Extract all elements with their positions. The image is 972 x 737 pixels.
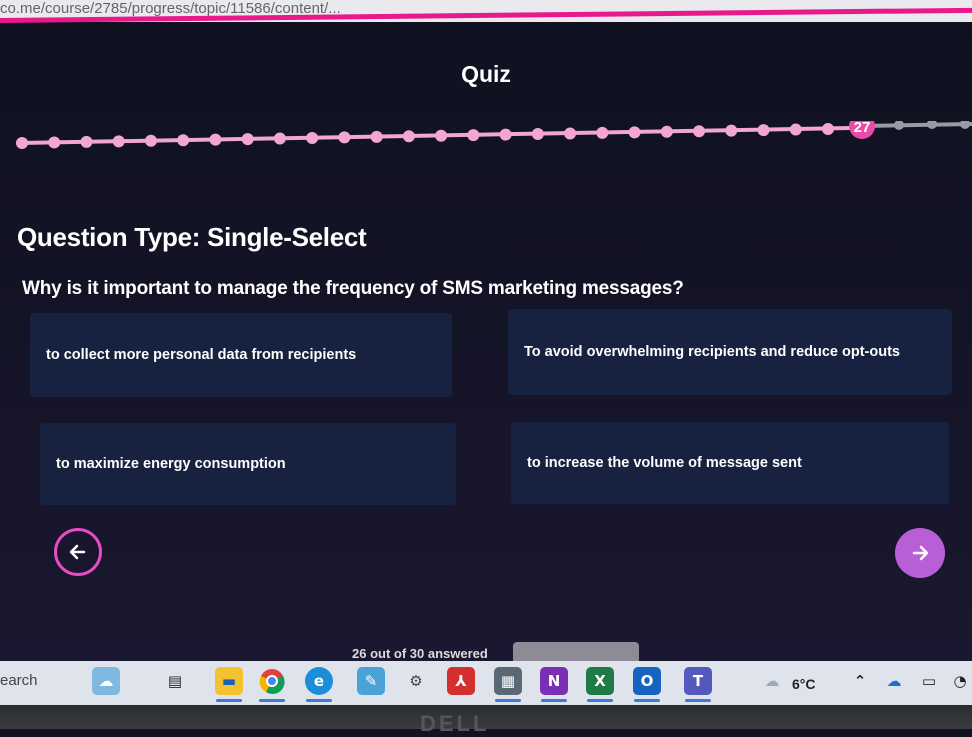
answer-option-4[interactable]: to increase the volume of message sent (511, 422, 949, 504)
app-running-indicator (495, 699, 521, 702)
answer-option-label: To avoid overwhelming recipients and red… (524, 344, 900, 360)
edge-icon[interactable]: e (305, 667, 333, 695)
weather-icon[interactable]: ☁ (758, 667, 786, 695)
current-question-number: 27 (854, 121, 871, 136)
windows-taskbar (0, 661, 972, 706)
teams-icon[interactable]: T (684, 667, 712, 695)
answer-option-label: to collect more personal data from recip… (46, 347, 357, 363)
answer-option-label: to increase the volume of message sent (527, 455, 802, 471)
file-explorer-icon[interactable]: ▬ (215, 667, 243, 695)
onedrive-icon[interactable]: ☁ (880, 667, 908, 695)
page-title: Quiz (461, 61, 511, 87)
progress-step-completed (177, 134, 190, 147)
answer-option-label: to maximize energy consumption (56, 456, 286, 472)
progress-step-completed (80, 135, 93, 148)
settings-icon[interactable]: ⚙ (402, 667, 430, 695)
arrow-right-icon (912, 545, 929, 561)
widgets-icon[interactable]: ☁ (92, 667, 120, 695)
progress-step-completed (531, 128, 544, 141)
excel-icon[interactable]: X (586, 667, 614, 695)
progress-step-completed (693, 125, 706, 138)
progress-step-completed (402, 130, 415, 143)
answer-option-1[interactable]: to collect more personal data from recip… (30, 313, 452, 397)
calculator-icon[interactable]: ▦ (494, 667, 522, 695)
battery-icon: ▭ (921, 672, 937, 690)
progress-step-completed (564, 127, 577, 140)
arrow-left-icon (69, 544, 86, 560)
progress-step-pending (960, 121, 970, 129)
progress-step-completed (789, 123, 802, 136)
question-progress-track: 27 (16, 121, 972, 149)
pen-icon[interactable]: ✎ (357, 667, 385, 695)
app-running-indicator (541, 699, 567, 702)
progress-step-completed (16, 137, 28, 149)
app-running-indicator (306, 699, 332, 702)
app-running-indicator (259, 699, 285, 702)
onenote-icon[interactable]: N (540, 667, 568, 695)
progress-step-pending (927, 121, 937, 129)
progress-step-completed (338, 131, 351, 144)
task-view-icon[interactable]: ▤ (161, 667, 189, 695)
outlook-icon[interactable]: O (633, 667, 661, 695)
question-text: Why is it important to manage the freque… (22, 278, 684, 299)
progress-step-completed (628, 126, 641, 139)
app-running-indicator (587, 699, 613, 702)
progress-step-completed (499, 128, 512, 141)
progress-step-completed (48, 136, 61, 149)
progress-step-completed (467, 129, 480, 142)
progress-step-completed (273, 132, 286, 145)
wifi-icon[interactable]: ◔ (946, 667, 972, 695)
answered-count: 26 out of 30 answered (352, 648, 488, 660)
app-running-indicator (216, 699, 242, 702)
chrome-icon[interactable] (258, 667, 286, 695)
app-running-indicator (685, 699, 711, 702)
answer-option-3[interactable]: to maximize energy consumption (40, 423, 456, 505)
progress-step-completed (596, 126, 609, 139)
acrobat-icon[interactable]: ⅄ (447, 667, 475, 695)
progress-step-pending (894, 121, 904, 130)
progress-step-completed (822, 123, 834, 135)
app-running-indicator (634, 699, 660, 702)
chevron-up-icon[interactable]: ⌃ (846, 667, 874, 695)
answer-option-2[interactable]: To avoid overwhelming recipients and red… (508, 309, 952, 395)
progress-step-completed (660, 125, 673, 138)
progress-step-completed (209, 133, 222, 146)
progress-step-completed (725, 124, 738, 137)
temperature-readout[interactable]: 6°C (792, 676, 816, 692)
progress-step-completed (241, 133, 254, 146)
question-type-heading: Question Type: Single-Select (17, 222, 367, 252)
progress-step-completed (306, 131, 319, 144)
taskbar-search[interactable]: earch (0, 672, 38, 689)
progress-step-completed (112, 135, 125, 148)
progress-step-completed (757, 124, 770, 137)
monitor-logo: DELL (420, 711, 490, 736)
progress-step-completed (370, 130, 383, 143)
previous-question-button[interactable] (54, 528, 102, 576)
progress-step-completed (144, 134, 157, 147)
next-question-button[interactable] (895, 528, 945, 578)
progress-step-completed (435, 129, 448, 142)
